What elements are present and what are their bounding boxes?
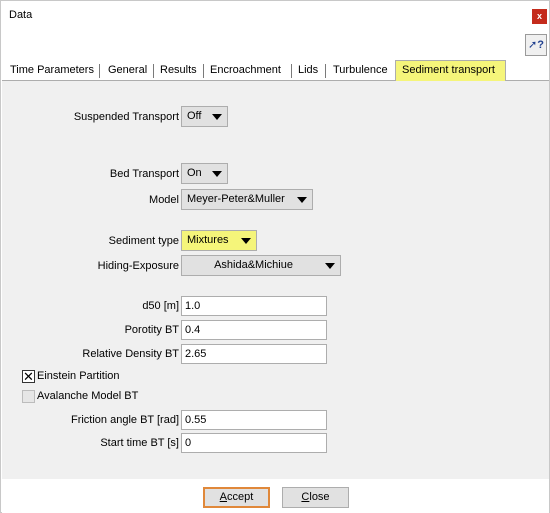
bed-transport-value: On bbox=[187, 167, 202, 179]
close-label: lose bbox=[309, 491, 330, 503]
close-icon[interactable]: x bbox=[532, 9, 547, 24]
relative-density-input[interactable]: 2.65 bbox=[181, 344, 327, 364]
chevron-down-icon bbox=[297, 197, 307, 203]
friction-angle-input[interactable]: 0.55 bbox=[181, 410, 327, 430]
sediment-type-value: Mixtures bbox=[187, 234, 229, 246]
avalanche-model-checkbox[interactable] bbox=[22, 390, 35, 403]
einstein-partition-label: Einstein Partition bbox=[37, 370, 120, 382]
chevron-down-icon bbox=[325, 263, 335, 269]
help-cursor-button[interactable]: ➚? bbox=[525, 34, 547, 56]
suspended-transport-dropdown[interactable]: Off bbox=[181, 106, 228, 127]
porosity-input[interactable]: 0.4 bbox=[181, 320, 327, 340]
sediment-type-label: Sediment type bbox=[108, 235, 179, 247]
sediment-transport-panel: Suspended Transport Off Bed Transport On… bbox=[2, 81, 549, 479]
tab-separator bbox=[99, 64, 100, 78]
start-time-input[interactable]: 0 bbox=[181, 433, 327, 453]
checkmark-x-icon: ✕ bbox=[23, 369, 34, 384]
help-arrow-icon: ➚ bbox=[528, 39, 538, 51]
suspended-transport-value: Off bbox=[187, 110, 202, 122]
sediment-type-dropdown[interactable]: Mixtures bbox=[181, 230, 257, 251]
close-button[interactable]: Close bbox=[282, 487, 349, 508]
d50-label: d50 [m] bbox=[142, 300, 179, 312]
tab-lids[interactable]: Lids bbox=[292, 61, 324, 81]
hiding-exposure-label: Hiding-Exposure bbox=[97, 260, 179, 272]
help-question-icon: ? bbox=[537, 39, 544, 51]
model-label: Model bbox=[149, 194, 179, 206]
tab-general[interactable]: General bbox=[102, 61, 153, 81]
bed-transport-dropdown[interactable]: On bbox=[181, 163, 228, 184]
d50-input[interactable]: 1.0 bbox=[181, 296, 327, 316]
start-time-label: Start time BT [s] bbox=[100, 437, 179, 449]
relative-density-label: Relative Density BT bbox=[82, 348, 179, 360]
bed-transport-label: Bed Transport bbox=[109, 168, 179, 180]
window-title: Data bbox=[9, 9, 33, 21]
model-dropdown[interactable]: Meyer-Peter&Muller bbox=[181, 189, 313, 210]
chevron-down-icon bbox=[212, 114, 222, 120]
tab-time-parameters[interactable]: Time Parameters bbox=[4, 61, 100, 81]
hiding-exposure-value: Ashida&Michiue bbox=[214, 259, 293, 271]
data-dialog: Data x ➚? Time Parameters General Result… bbox=[0, 0, 550, 513]
friction-angle-label: Friction angle BT [rad] bbox=[70, 414, 179, 426]
tab-turbulence[interactable]: Turbulence bbox=[327, 61, 394, 81]
suspended-transport-label: Suspended Transport bbox=[73, 111, 179, 123]
accept-mnemonic: A bbox=[219, 491, 228, 503]
tab-sediment-transport[interactable]: Sediment transport bbox=[395, 60, 506, 81]
tab-encroachment[interactable]: Encroachment bbox=[204, 61, 287, 81]
accept-label: ccept bbox=[227, 491, 254, 503]
hiding-exposure-dropdown[interactable]: Ashida&Michiue bbox=[181, 255, 341, 276]
button-bar: Accept Close bbox=[2, 479, 549, 513]
model-value: Meyer-Peter&Muller bbox=[187, 193, 285, 205]
avalanche-model-label: Avalanche Model BT bbox=[37, 390, 139, 402]
accept-button[interactable]: Accept bbox=[203, 487, 270, 508]
title-bar: Data x bbox=[1, 1, 549, 31]
einstein-partition-checkbox[interactable]: ✕ bbox=[22, 370, 35, 383]
chevron-down-icon bbox=[241, 238, 251, 244]
tab-results[interactable]: Results bbox=[154, 61, 203, 81]
chevron-down-icon bbox=[212, 171, 222, 177]
porosity-label: Porotity BT bbox=[124, 324, 179, 336]
tab-separator bbox=[325, 64, 326, 78]
tab-bar: Time Parameters General Results Encroach… bbox=[2, 60, 549, 81]
